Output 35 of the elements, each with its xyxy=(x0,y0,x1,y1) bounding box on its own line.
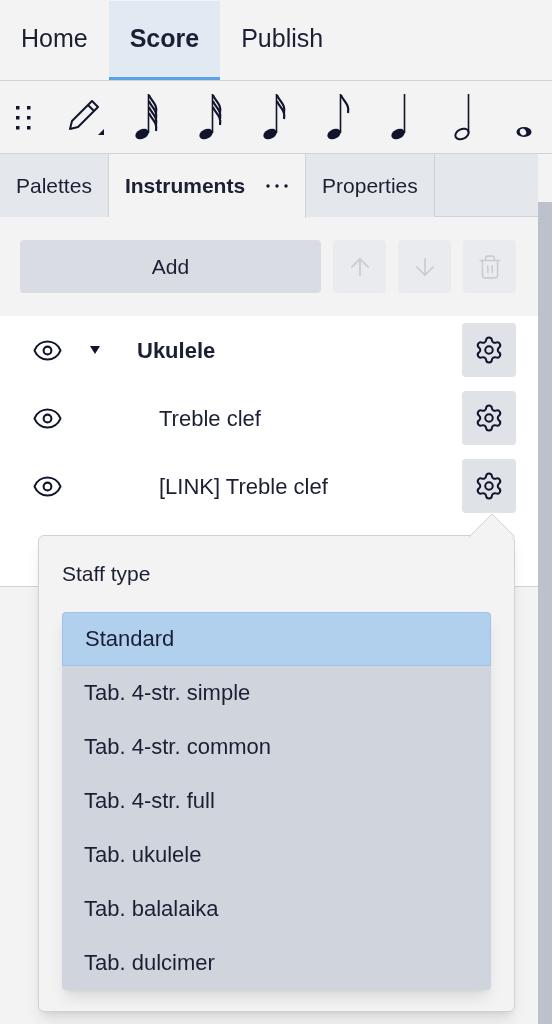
instrument-name: [LINK] Treble clef xyxy=(158,472,329,501)
staff-type-option[interactable]: Tab. dulcimer xyxy=(62,935,491,990)
panel-tab[interactable]: Palettes xyxy=(0,154,109,217)
panel-tab[interactable]: Properties xyxy=(306,154,435,217)
popup-title: Staff type xyxy=(61,561,152,587)
whole-note-icon[interactable] xyxy=(516,126,532,138)
more-icon[interactable] xyxy=(265,183,290,189)
trash-icon xyxy=(476,253,503,280)
settings-icon xyxy=(474,403,504,433)
scrollbar[interactable] xyxy=(538,202,552,1024)
staff-type-option[interactable]: Tab. 4-str. common xyxy=(62,719,491,774)
settings-button[interactable] xyxy=(462,323,516,377)
thirty-second-note-icon[interactable] xyxy=(196,92,224,142)
sixty-fourth-note-icon[interactable] xyxy=(132,92,160,142)
top-tab[interactable]: Score xyxy=(108,1,221,80)
add-button[interactable]: Add xyxy=(20,240,321,293)
pencil-icon[interactable] xyxy=(66,97,106,137)
drag-handle-icon[interactable] xyxy=(14,104,32,130)
instrument-name: Treble clef xyxy=(158,404,262,433)
settings-button[interactable] xyxy=(462,391,516,445)
instrument-name: Ukulele xyxy=(136,336,217,365)
panel-tab[interactable]: Instruments xyxy=(108,154,307,218)
staff-type-option[interactable]: Tab. 4-str. full xyxy=(62,773,491,828)
settings-icon xyxy=(474,335,504,365)
top-tab[interactable]: Home xyxy=(0,1,109,80)
sixteenth-note-icon[interactable] xyxy=(260,92,288,142)
top-tab[interactable]: Publish xyxy=(220,1,345,80)
staff-type-option[interactable]: Tab. ukulele xyxy=(62,827,491,882)
settings-icon xyxy=(474,471,504,501)
staff-type-option[interactable]: Standard xyxy=(62,611,491,666)
eighth-note-icon[interactable] xyxy=(324,92,352,142)
settings-button[interactable] xyxy=(462,459,516,513)
staff-type-option[interactable]: Tab. 4-str. simple xyxy=(62,665,491,720)
staff-type-option[interactable]: Tab. balalaika xyxy=(62,881,491,936)
expanded-triangle-icon[interactable] xyxy=(89,345,101,355)
